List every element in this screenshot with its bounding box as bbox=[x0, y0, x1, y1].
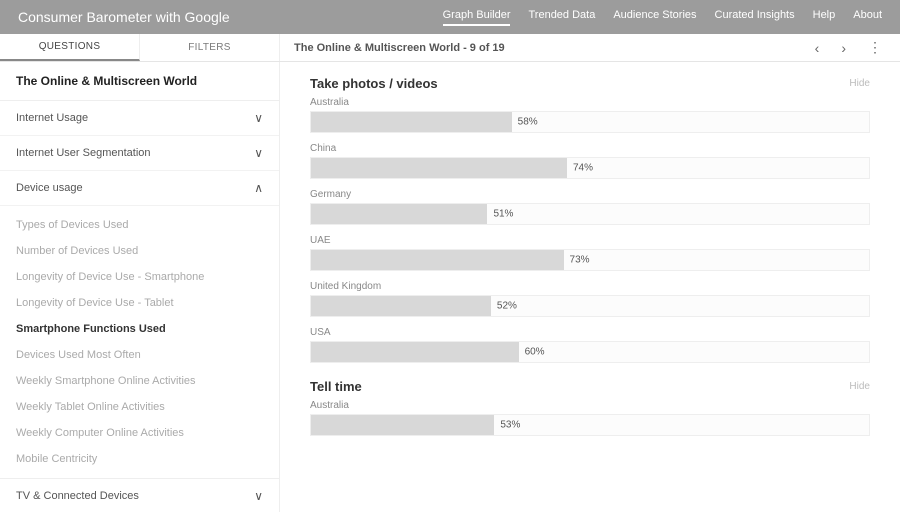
sidebar-group[interactable]: TV & Connected Devices ∨ bbox=[0, 479, 279, 512]
sidebar-sub-item[interactable]: Number of Devices Used bbox=[0, 238, 279, 264]
hide-button[interactable]: Hide bbox=[849, 381, 870, 392]
topnav-item[interactable]: Graph Builder bbox=[443, 9, 511, 26]
bar-value: 60% bbox=[525, 347, 545, 358]
bar-row: China 74% bbox=[310, 143, 870, 179]
topnav-item[interactable]: Help bbox=[813, 9, 836, 26]
bar-track: 53% bbox=[310, 414, 870, 436]
bar-value: 58% bbox=[518, 117, 538, 128]
brand: Consumer Barometer with Google bbox=[18, 9, 230, 25]
sidebar-sub-item[interactable]: Weekly Computer Online Activities bbox=[0, 420, 279, 446]
bar-value: 51% bbox=[493, 209, 513, 220]
chevron-down-icon: ∨ bbox=[254, 489, 263, 503]
bar-value: 52% bbox=[497, 301, 517, 312]
bar-row: UAE 73% bbox=[310, 235, 870, 271]
chevron-down-icon: ∨ bbox=[254, 111, 263, 125]
main: The Online & Multiscreen World Internet … bbox=[0, 62, 900, 512]
bar-row: USA 60% bbox=[310, 327, 870, 363]
bar-fill bbox=[311, 204, 487, 224]
bar-track: 58% bbox=[310, 111, 870, 133]
subhead-tab[interactable]: FILTERS bbox=[140, 34, 280, 61]
bar-fill bbox=[311, 250, 564, 270]
topnav-item[interactable]: Audience Stories bbox=[613, 9, 696, 26]
sidebar-sub-item[interactable]: Devices Used Most Often bbox=[0, 342, 279, 368]
bar-fill bbox=[311, 415, 494, 435]
sidebar-group-label: Device usage bbox=[16, 182, 83, 194]
sidebar-group[interactable]: Device usage ∧ bbox=[0, 171, 279, 206]
bar-track: 74% bbox=[310, 157, 870, 179]
sidebar-sub-item[interactable]: Weekly Tablet Online Activities bbox=[0, 394, 279, 420]
bar-track: 73% bbox=[310, 249, 870, 271]
bar-label: China bbox=[310, 143, 870, 154]
bar-label: USA bbox=[310, 327, 870, 338]
prev-button[interactable]: ‹ bbox=[811, 38, 824, 58]
brand-prefix: Consumer Barometer bbox=[18, 9, 156, 25]
hide-button[interactable]: Hide bbox=[849, 78, 870, 89]
sidebar-sub-item[interactable]: Types of Devices Used bbox=[0, 212, 279, 238]
sidebar-sub-item[interactable]: Weekly Smartphone Online Activities bbox=[0, 368, 279, 394]
chart-head: Tell time Hide bbox=[310, 379, 870, 394]
chart-title: Take photos / videos bbox=[310, 76, 438, 91]
bar-row: Australia 58% bbox=[310, 97, 870, 133]
sidebar-group-label: Internet User Segmentation bbox=[16, 147, 151, 159]
bar-track: 52% bbox=[310, 295, 870, 317]
brand-suffix: Google bbox=[185, 9, 230, 25]
sidebar-group[interactable]: Internet Usage ∨ bbox=[0, 101, 279, 136]
pager: ‹ › ⋮ bbox=[811, 37, 886, 58]
bar-row: United Kingdom 52% bbox=[310, 281, 870, 317]
bar-value: 74% bbox=[573, 163, 593, 174]
sidebar-sublist: Types of Devices UsedNumber of Devices U… bbox=[0, 206, 279, 479]
bar-value: 73% bbox=[570, 255, 590, 266]
bar-fill bbox=[311, 296, 491, 316]
bar-fill bbox=[311, 112, 512, 132]
sidebar-sub-item[interactable]: Longevity of Device Use - Tablet bbox=[0, 290, 279, 316]
bar-label: Australia bbox=[310, 400, 870, 411]
sidebar-section-title: The Online & Multiscreen World bbox=[0, 62, 279, 101]
chart-block: Tell time Hide Australia 53% bbox=[310, 379, 870, 436]
sidebar: The Online & Multiscreen World Internet … bbox=[0, 62, 280, 512]
chart-block: Take photos / videos Hide Australia 58% Chin… bbox=[310, 76, 870, 363]
top-bar: Consumer Barometer with Google Graph Bui… bbox=[0, 0, 900, 34]
bar-label: UAE bbox=[310, 235, 870, 246]
topnav-item[interactable]: Curated Insights bbox=[715, 9, 795, 26]
subhead-tab[interactable]: QUESTIONS bbox=[0, 34, 140, 61]
subhead-tabs: QUESTIONSFILTERS bbox=[0, 34, 280, 61]
brand-mid: with bbox=[156, 9, 185, 25]
bar-track: 51% bbox=[310, 203, 870, 225]
next-button[interactable]: › bbox=[837, 38, 850, 58]
top-nav: Graph Builder Trended Data Audience Storie… bbox=[443, 9, 882, 26]
subhead-right: The Online & Multiscreen World - 9 of 19… bbox=[280, 34, 900, 61]
sidebar-sub-item[interactable]: Mobile Centricity bbox=[0, 446, 279, 472]
chart-head: Take photos / videos Hide bbox=[310, 76, 870, 91]
more-menu-icon[interactable]: ⋮ bbox=[864, 37, 886, 58]
bar-row: Australia 53% bbox=[310, 400, 870, 436]
topnav-item[interactable]: Trended Data bbox=[528, 9, 595, 26]
sidebar-sub-item[interactable]: Smartphone Functions Used bbox=[0, 316, 279, 342]
bar-row: Germany 51% bbox=[310, 189, 870, 225]
sidebar-group-label: TV & Connected Devices bbox=[16, 490, 139, 502]
bar-label: United Kingdom bbox=[310, 281, 870, 292]
bar-value: 53% bbox=[500, 420, 520, 431]
bar-label: Germany bbox=[310, 189, 870, 200]
chart-title: Tell time bbox=[310, 379, 362, 394]
bar-fill bbox=[311, 342, 519, 362]
sidebar-group[interactable]: Internet User Segmentation ∨ bbox=[0, 136, 279, 171]
chevron-down-icon: ∨ bbox=[254, 146, 263, 160]
sidebar-sub-item[interactable]: Longevity of Device Use - Smartphone bbox=[0, 264, 279, 290]
bar-fill bbox=[311, 158, 567, 178]
topnav-item[interactable]: About bbox=[853, 9, 882, 26]
breadcrumb: The Online & Multiscreen World - 9 of 19 bbox=[294, 42, 505, 54]
chevron-up-icon: ∧ bbox=[254, 181, 263, 195]
sidebar-group-label: Internet Usage bbox=[16, 112, 88, 124]
content: Take photos / videos Hide Australia 58% Chin… bbox=[280, 62, 900, 512]
bar-label: Australia bbox=[310, 97, 870, 108]
bar-track: 60% bbox=[310, 341, 870, 363]
sub-header: QUESTIONSFILTERS The Online & Multiscree… bbox=[0, 34, 900, 62]
